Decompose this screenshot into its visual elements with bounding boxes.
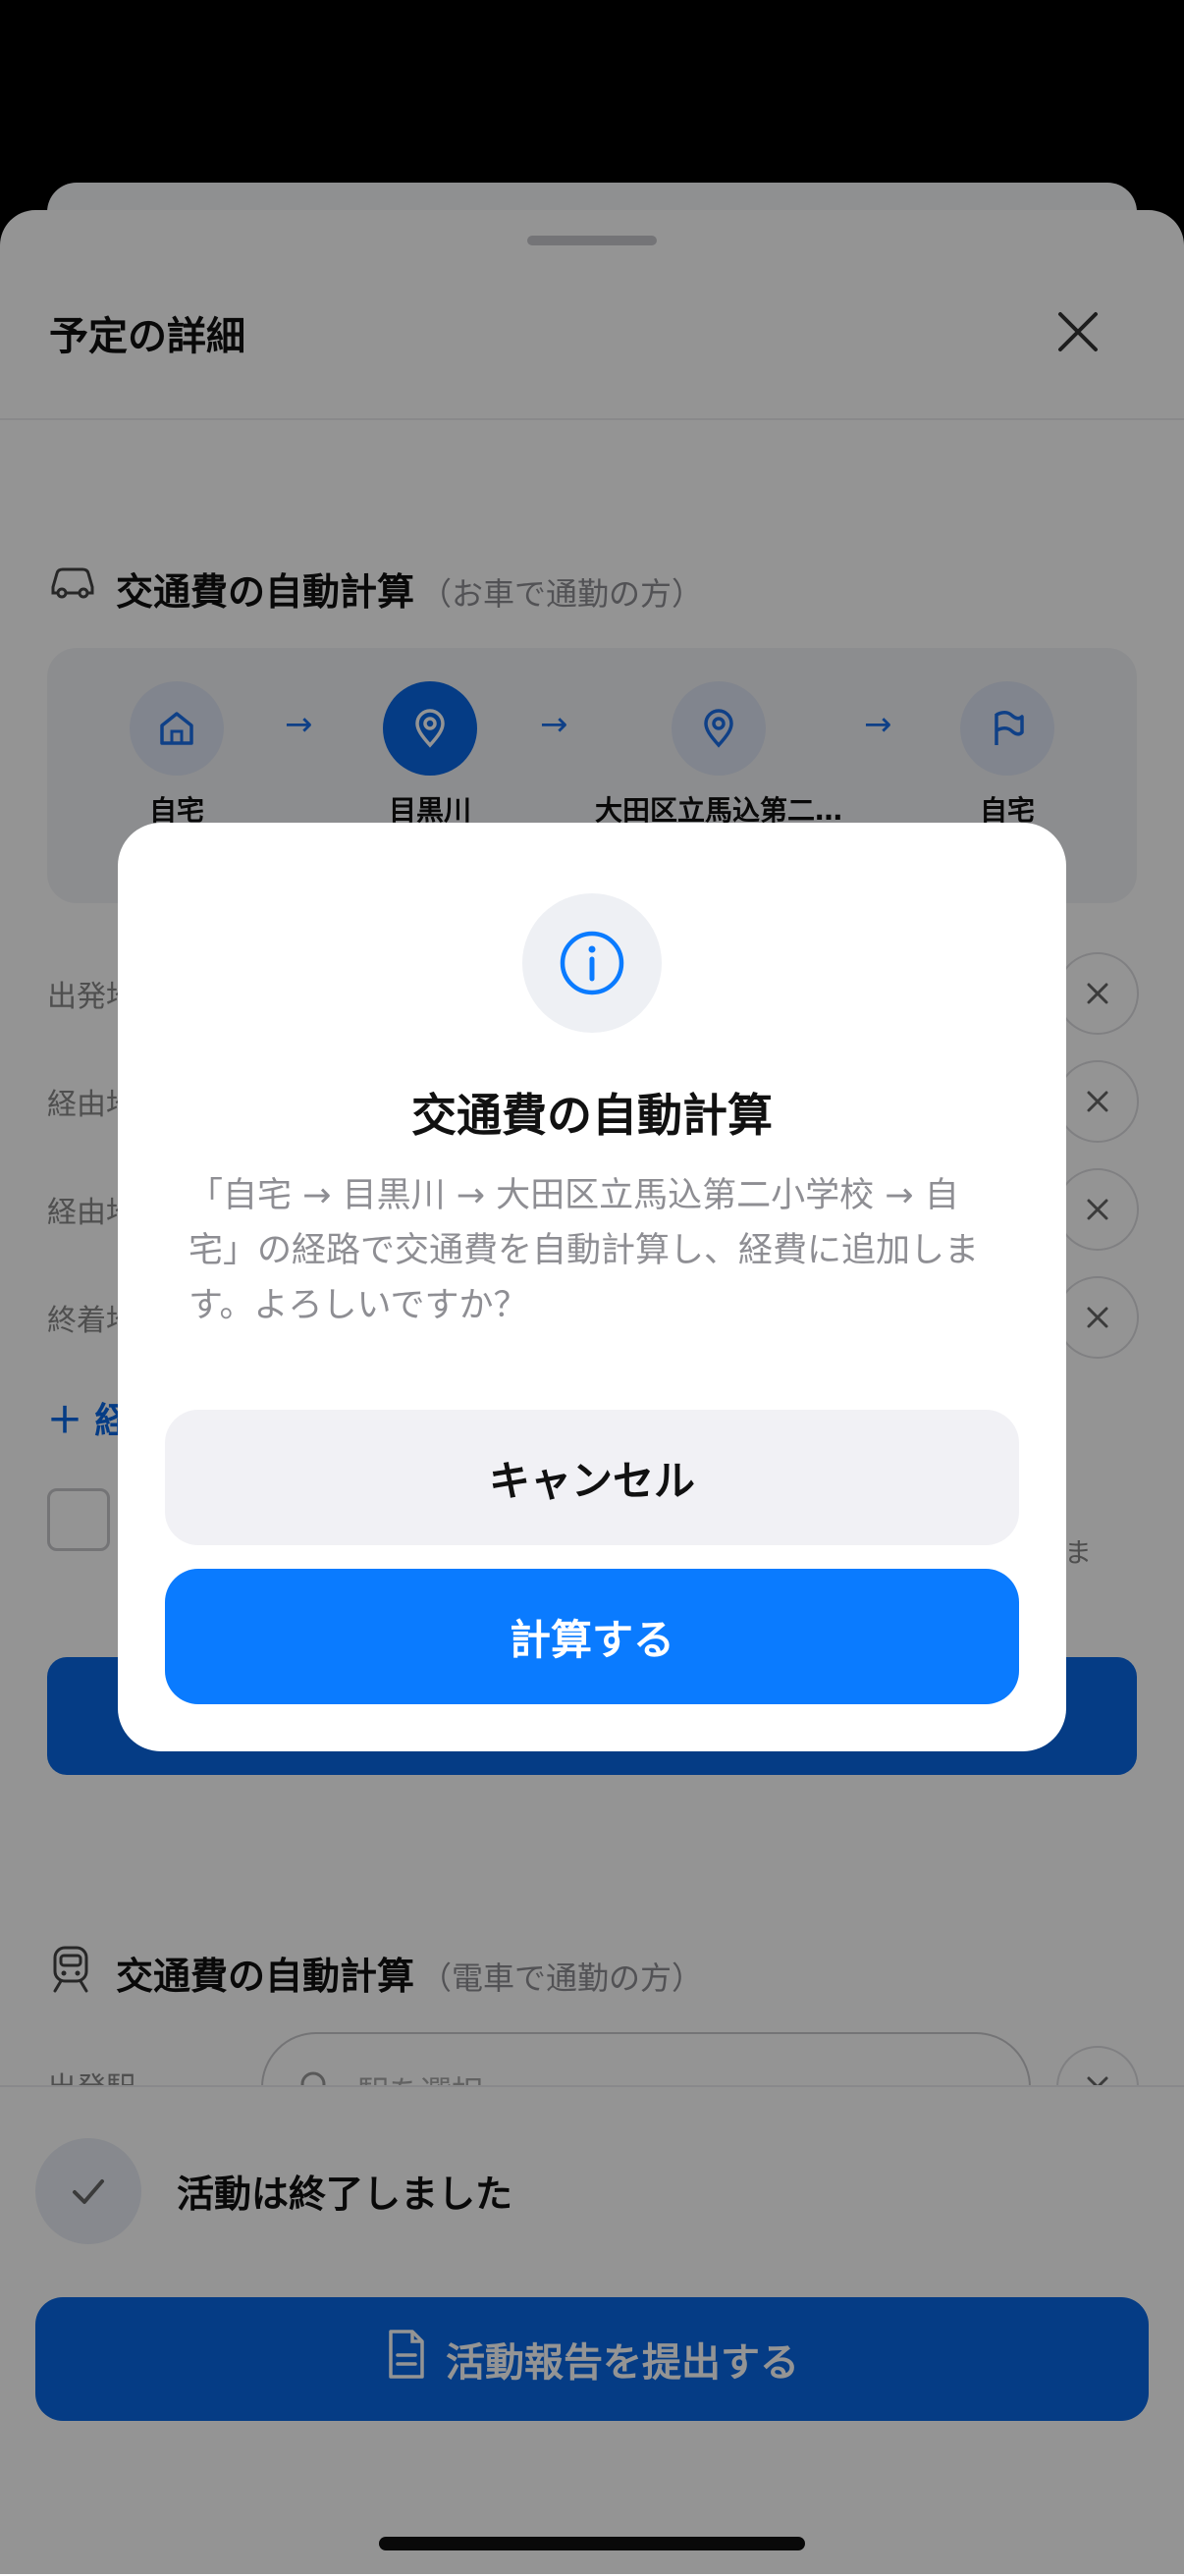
calculate-button[interactable]: 計算する (165, 1569, 1019, 1704)
confirm-dialog: 交通費の自動計算 「自宅 → 目黒川 → 大田区立馬込第二小学校 → 自宅」の経… (118, 823, 1066, 1751)
info-icon (522, 893, 662, 1033)
cancel-button[interactable]: キャンセル (165, 1410, 1019, 1545)
dialog-title: 交通費の自動計算 (411, 1089, 773, 1142)
dialog-message: 「自宅 → 目黒川 → 大田区立馬込第二小学校 → 自宅」の経路で交通費を自動計… (188, 1176, 980, 1325)
